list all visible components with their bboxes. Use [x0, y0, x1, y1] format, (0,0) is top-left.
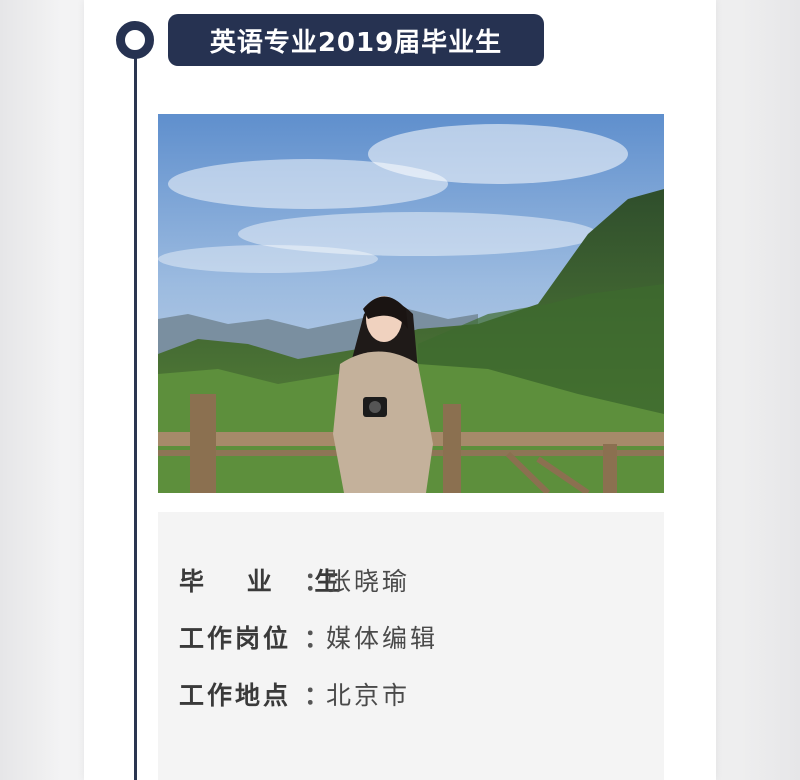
info-row-location: 工作地点 ： 北京市 [179, 674, 410, 714]
timeline-line [134, 56, 137, 780]
info-label: 毕 业 生 [179, 567, 357, 596]
info-row-graduate: 毕 业 生 ： 张晓瑜 [179, 560, 410, 600]
timeline-dot-icon [116, 21, 154, 59]
info-value: 媒体编辑 [326, 624, 439, 653]
graduate-info-panel: 毕 业 生 ： 张晓瑜 工作岗位 ： 媒体编辑 工作地点 ： 北京市 [158, 512, 664, 780]
info-colon: ： [304, 567, 330, 596]
info-row-position: 工作岗位 ： 媒体编辑 [179, 617, 438, 657]
info-label: 工作地点 [179, 681, 292, 710]
page-background: 英语专业2019届毕业生 毕 业 生 ： 张晓瑜 工作岗位 ： 媒体编辑 工作地… [0, 0, 800, 780]
section-title: 英语专业2019届毕业生 [168, 14, 544, 66]
info-value: 北京市 [326, 681, 411, 710]
graduate-photo [158, 114, 664, 493]
info-label: 工作岗位 [179, 624, 292, 653]
info-colon: ： [304, 624, 330, 653]
info-value: 张晓瑜 [326, 567, 411, 596]
info-colon: ： [304, 681, 330, 710]
